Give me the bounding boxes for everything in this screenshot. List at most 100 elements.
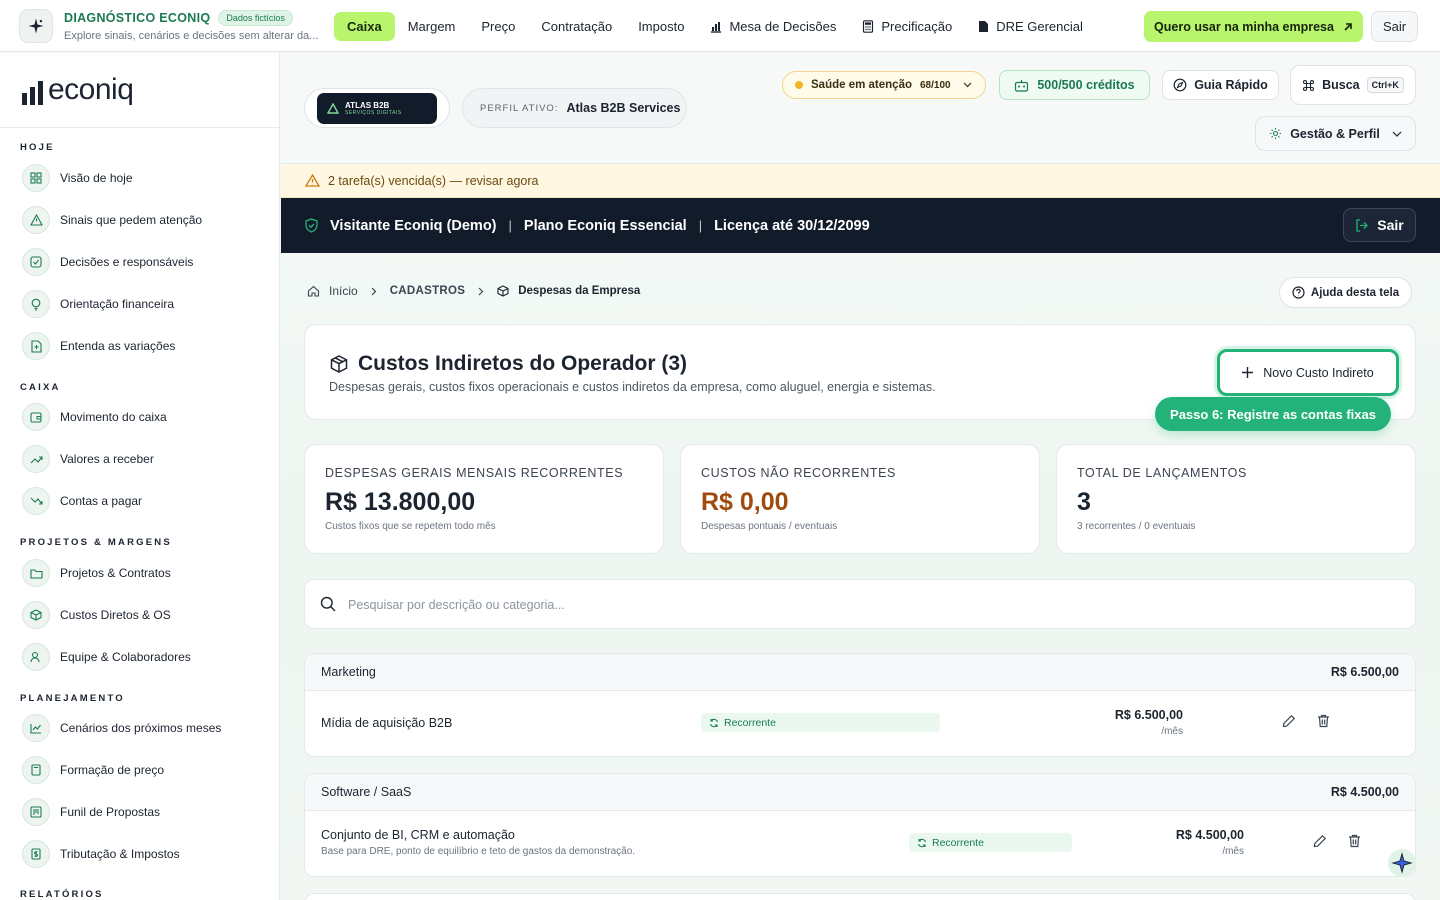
credits-button[interactable]: 500/500 créditos <box>999 70 1150 100</box>
kpi-label: DESPESAS GERAIS MENSAIS RECORRENTES <box>325 466 624 480</box>
assistant-sparkle-icon[interactable] <box>1388 849 1416 877</box>
user-icon <box>22 643 50 671</box>
company-selector[interactable]: ATLAS B2B SERVIÇOS DIGITAIS <box>304 88 450 128</box>
breadcrumb-home[interactable]: Início <box>329 284 358 298</box>
new-button-label: Novo Custo Indireto <box>1263 365 1374 380</box>
plan-name: Plano Econiq Essencial <box>523 217 687 234</box>
box-icon <box>329 354 349 374</box>
nav-label: Contratação <box>541 19 613 34</box>
section-projetos: PROJETOS & MARGENS <box>20 537 172 548</box>
sidebar-item-formacao[interactable]: Formação de preço <box>22 755 164 785</box>
health-score: 68/100 <box>919 79 951 91</box>
bars-logo-icon <box>22 81 44 105</box>
top-nav: Caixa Margem Preço Contratação Imposto M… <box>334 12 1096 41</box>
edit-pencil-icon[interactable] <box>1282 714 1296 728</box>
breadcrumb: Início CADASTROS Despesas da Empresa <box>307 284 640 298</box>
top-exit-button[interactable]: Sair <box>1371 11 1418 42</box>
edit-pencil-icon[interactable] <box>1313 834 1327 848</box>
global-search-button[interactable]: Busca Ctrl+K <box>1290 65 1416 105</box>
active-profile[interactable]: PERFIL ATIVO: Atlas B2B Services <box>462 88 687 128</box>
sidebar-item-decisoes[interactable]: Decisões e responsáveis <box>22 247 193 277</box>
sidebar-item-movimento[interactable]: Movimento do caixa <box>22 402 167 432</box>
company-logo: ATLAS B2B SERVIÇOS DIGITAIS <box>317 92 437 124</box>
nav-label: Preço <box>481 19 516 34</box>
health-status-button[interactable]: Saúde em atenção 68/100 <box>782 71 986 99</box>
sidebar-item-label: Custos Diretos & OS <box>60 608 171 622</box>
sidebar-item-pagar[interactable]: Contas a pagar <box>22 486 142 516</box>
sidebar-item-label: Equipe & Colaboradores <box>60 650 191 664</box>
kanban-icon <box>22 798 50 826</box>
nav-preco[interactable]: Preço <box>468 12 528 41</box>
search-input[interactable] <box>348 592 1388 618</box>
health-label: Saúde em atenção <box>811 79 912 91</box>
chevron-right-icon <box>371 287 377 296</box>
quick-guide-button[interactable]: Guia Rápido <box>1162 70 1279 100</box>
sidebar-item-label: Contas a pagar <box>60 494 143 508</box>
receipt-icon <box>22 840 50 868</box>
row-description: Base para DRE, ponto de equilíbrio e tet… <box>321 846 636 857</box>
sidebar-item-label: Entenda as variações <box>60 339 176 353</box>
delete-trash-icon[interactable] <box>1348 834 1361 848</box>
sidebar-item-label: Funil de Propostas <box>60 805 161 819</box>
company-logo-title: ATLAS B2B <box>345 100 390 110</box>
wallet-icon <box>22 403 50 431</box>
sidebar-item-label: Movimento do caixa <box>60 410 167 424</box>
nav-mesa-de-decisoes[interactable]: Mesa de Decisões <box>697 12 849 41</box>
row-amount-unit: /mês <box>1161 726 1183 737</box>
sidebar-item-label: Projetos & Contratos <box>60 566 171 580</box>
kpi-value: 3 <box>1077 488 1091 516</box>
sparkle-logo-icon[interactable] <box>19 9 53 43</box>
kpi-label: TOTAL DE LANÇAMENTOS <box>1077 466 1247 480</box>
nav-contratacao[interactable]: Contratação <box>528 12 625 41</box>
use-in-my-company-button[interactable]: Quero usar na minha empresa <box>1144 11 1363 42</box>
breadcrumb-section[interactable]: CADASTROS <box>390 285 466 297</box>
sidebar-item-visao-de-hoje[interactable]: Visão de hoje <box>22 163 133 193</box>
overdue-alert[interactable]: 2 tarefa(s) vencida(s) — revisar agora <box>281 164 1440 198</box>
sidebar-item-receber[interactable]: Valores a receber <box>22 444 154 474</box>
recurring-tag: Recorrente <box>701 713 940 732</box>
table-row[interactable]: Conjunto de BI, CRM e automação Base par… <box>305 811 1415 875</box>
sidebar-item-equipe[interactable]: Equipe & Colaboradores <box>22 642 191 672</box>
folder-icon <box>22 559 50 587</box>
sidebar-item-sinais[interactable]: Sinais que pedem atenção <box>22 205 202 235</box>
delete-trash-icon[interactable] <box>1317 714 1330 728</box>
refresh-icon <box>709 718 719 728</box>
row-name: Mídia de aquisição B2B <box>321 716 453 730</box>
section-planejamento: PLANEJAMENTO <box>20 693 125 704</box>
group-header: Software / SaaS R$ 4.500,00 <box>305 774 1415 811</box>
alert-text: 2 tarefa(s) vencida(s) — revisar agora <box>328 173 539 188</box>
warning-icon <box>22 206 50 234</box>
sidebar-item-funil[interactable]: Funil de Propostas <box>22 797 160 827</box>
econiq-logo[interactable]: econiq <box>22 75 134 105</box>
group-name: Marketing <box>321 665 376 679</box>
sidebar-item-orientacao[interactable]: Orientação financeira <box>22 289 174 319</box>
page-header: ATLAS B2B SERVIÇOS DIGITAIS PERFIL ATIVO… <box>281 53 1440 164</box>
sidebar-item-tributacao[interactable]: Tributação & Impostos <box>22 839 180 869</box>
new-indirect-cost-button[interactable]: Novo Custo Indireto <box>1217 349 1399 396</box>
nav-precificacao[interactable]: Precificação <box>849 12 965 41</box>
top-bar: DIAGNÓSTICO ECONIQ Dados fictícios Explo… <box>0 0 1440 52</box>
robot-icon <box>1014 79 1029 92</box>
sidebar-item-cenarios[interactable]: Cenários dos próximos meses <box>22 713 221 743</box>
row-name: Conjunto de BI, CRM e automação <box>321 828 515 842</box>
table-row[interactable]: Mídia de aquisição B2B Recorrente R$ 6.5… <box>305 691 1415 755</box>
logout-button[interactable]: Sair <box>1343 208 1416 242</box>
management-profile-button[interactable]: Gestão & Perfil <box>1255 116 1416 151</box>
row-amount: R$ 4.500,00 <box>1175 828 1244 842</box>
sidebar-item-variacoes[interactable]: Entenda as variações <box>22 331 175 361</box>
nav-dre-gerencial[interactable]: DRE Gerencial <box>965 12 1096 41</box>
sidebar-item-projetos[interactable]: Projetos & Contratos <box>22 558 171 588</box>
nav-caixa[interactable]: Caixa <box>334 12 395 41</box>
page-description: Despesas gerais, custos fixos operaciona… <box>329 380 936 394</box>
onboarding-step-tooltip[interactable]: Passo 6: Registre as contas fixas <box>1155 397 1391 431</box>
nav-imposto[interactable]: Imposto <box>625 12 697 41</box>
screen-help-button[interactable]: Ajuda desta tela <box>1279 277 1412 308</box>
sidebar-item-custos-diretos[interactable]: Custos Diretos & OS <box>22 600 171 630</box>
search-shortcut: Ctrl+K <box>1366 77 1404 93</box>
nav-margem[interactable]: Margem <box>395 12 469 41</box>
page-title-text: Custos Indiretos do Operador (3) <box>358 352 688 375</box>
nav-label: Caixa <box>347 19 382 34</box>
fictitious-data-badge: Dados fictícios <box>218 10 293 26</box>
sidebar-item-label: Tributação & Impostos <box>60 847 180 861</box>
chevron-down-icon <box>1392 131 1402 137</box>
